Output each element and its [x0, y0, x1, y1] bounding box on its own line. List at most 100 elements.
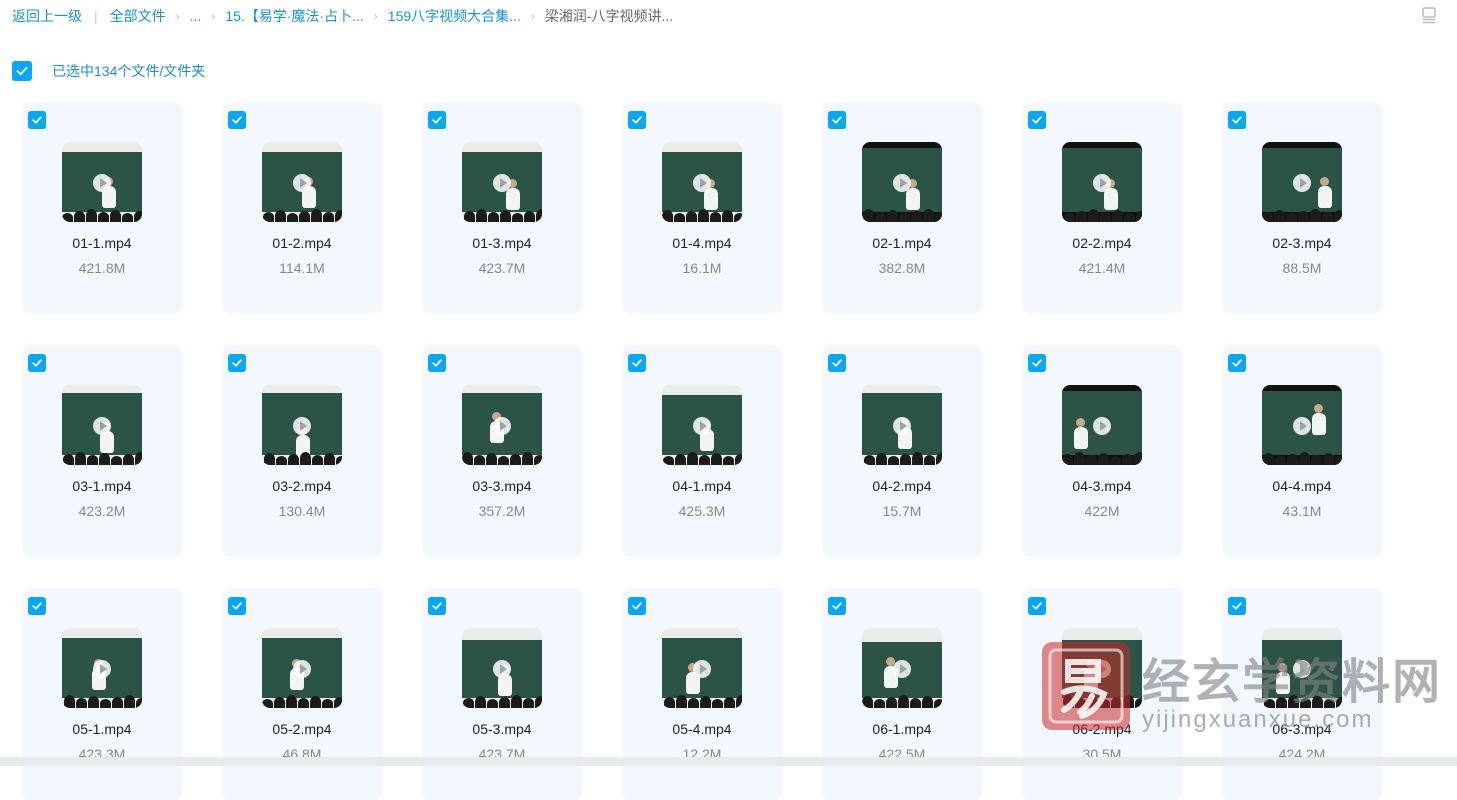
file-checkbox[interactable]: [228, 597, 246, 615]
file-card[interactable]: 04-3.mp4 422M: [1022, 345, 1182, 557]
video-thumbnail[interactable]: [662, 385, 742, 465]
video-thumbnail[interactable]: [462, 142, 542, 222]
file-checkbox[interactable]: [828, 354, 846, 372]
file-checkbox[interactable]: [1028, 111, 1046, 129]
breadcrumb-item-ellipsis[interactable]: ...: [190, 8, 202, 24]
chevron-right-icon: ›: [530, 9, 535, 23]
file-size: 114.1M: [279, 260, 325, 276]
play-icon: [1093, 174, 1111, 192]
video-thumbnail[interactable]: [62, 385, 142, 465]
file-checkbox[interactable]: [628, 354, 646, 372]
file-name: 01-4.mp4: [672, 235, 732, 251]
file-card[interactable]: 04-1.mp4 425.3M: [622, 345, 782, 557]
file-name: 04-2.mp4: [872, 478, 932, 494]
play-icon: [93, 417, 111, 435]
video-thumbnail[interactable]: [862, 385, 942, 465]
file-card[interactable]: 01-2.mp4 114.1M: [222, 102, 382, 314]
file-checkbox[interactable]: [1028, 354, 1046, 372]
file-name: 04-4.mp4: [1272, 478, 1332, 494]
video-thumbnail[interactable]: [1262, 385, 1342, 465]
file-name: 02-2.mp4: [1072, 235, 1132, 251]
file-card[interactable]: 02-3.mp4 88.5M: [1222, 102, 1382, 314]
file-card[interactable]: 06-1.mp4 422.5M: [822, 588, 982, 800]
file-checkbox[interactable]: [1228, 111, 1246, 129]
video-thumbnail[interactable]: [862, 142, 942, 222]
file-checkbox[interactable]: [628, 111, 646, 129]
file-checkbox[interactable]: [1228, 597, 1246, 615]
file-size: 382.8M: [878, 260, 926, 276]
play-icon: [693, 660, 711, 678]
file-checkbox[interactable]: [228, 111, 246, 129]
file-card[interactable]: 03-3.mp4 357.2M: [422, 345, 582, 557]
video-thumbnail[interactable]: [862, 628, 942, 708]
file-checkbox[interactable]: [1028, 597, 1046, 615]
video-thumbnail[interactable]: [62, 142, 142, 222]
breadcrumb: 返回上一级 | 全部文件 › ... › 15.【易学·魔法·占卜... › 1…: [12, 6, 673, 26]
file-checkbox[interactable]: [428, 354, 446, 372]
file-card[interactable]: 02-1.mp4 382.8M: [822, 102, 982, 314]
file-card[interactable]: 04-2.mp4 15.7M: [822, 345, 982, 557]
file-card[interactable]: 05-4.mp4 12.2M: [622, 588, 782, 800]
file-name: 01-1.mp4: [72, 235, 132, 251]
file-card[interactable]: 05-3.mp4 423.7M: [422, 588, 582, 800]
file-checkbox[interactable]: [28, 597, 46, 615]
file-checkbox[interactable]: [628, 597, 646, 615]
file-name: 03-2.mp4: [272, 478, 332, 494]
file-card[interactable]: 01-3.mp4 423.7M: [422, 102, 582, 314]
play-icon: [293, 417, 311, 435]
file-card[interactable]: 01-1.mp4 421.8M: [22, 102, 182, 314]
play-icon: [693, 174, 711, 192]
breadcrumb-item-folder-15[interactable]: 15.【易学·魔法·占卜...: [225, 6, 363, 26]
file-size: 421.4M: [1078, 260, 1126, 276]
file-name: 01-2.mp4: [272, 235, 332, 251]
file-card[interactable]: 05-2.mp4 46.8M: [222, 588, 382, 800]
file-size: 357.2M: [478, 503, 526, 519]
video-thumbnail[interactable]: [262, 628, 342, 708]
selection-count-label: 已选中134个文件/文件夹: [52, 63, 206, 79]
file-name: 02-3.mp4: [1272, 235, 1332, 251]
file-size: 88.5M: [1282, 260, 1322, 276]
file-checkbox[interactable]: [828, 111, 846, 129]
file-card[interactable]: 02-2.mp4 421.4M: [1022, 102, 1182, 314]
video-thumbnail[interactable]: [262, 385, 342, 465]
video-thumbnail[interactable]: [262, 142, 342, 222]
file-name: 05-3.mp4: [472, 721, 532, 737]
file-card[interactable]: 03-1.mp4 423.2M: [22, 345, 182, 557]
file-size: 422M: [1084, 503, 1120, 519]
video-thumbnail[interactable]: [1262, 142, 1342, 222]
file-checkbox[interactable]: [828, 597, 846, 615]
file-checkbox[interactable]: [1228, 354, 1246, 372]
video-thumbnail[interactable]: [1062, 142, 1142, 222]
file-checkbox[interactable]: [28, 354, 46, 372]
file-card[interactable]: 05-1.mp4 423.3M: [22, 588, 182, 800]
file-checkbox[interactable]: [228, 354, 246, 372]
file-size: 16.1M: [682, 260, 722, 276]
video-thumbnail[interactable]: [662, 628, 742, 708]
file-checkbox[interactable]: [428, 597, 446, 615]
video-thumbnail[interactable]: [662, 142, 742, 222]
breadcrumb-item-all-files[interactable]: 全部文件: [110, 6, 166, 26]
file-checkbox[interactable]: [428, 111, 446, 129]
list-view-icon[interactable]: [1420, 6, 1438, 24]
horizontal-scrollbar[interactable]: [0, 757, 1457, 766]
file-card[interactable]: 04-4.mp4 43.1M: [1222, 345, 1382, 557]
breadcrumb-item-current: 梁湘润-八字视频讲...: [544, 8, 674, 24]
select-all-bar: 已选中134个文件/文件夹: [12, 60, 205, 82]
check-icon: [1032, 602, 1042, 610]
check-icon: [432, 116, 442, 124]
select-all-checkbox[interactable]: [12, 61, 32, 81]
check-icon: [832, 116, 842, 124]
check-icon: [232, 602, 242, 610]
play-icon: [893, 417, 911, 435]
file-checkbox[interactable]: [28, 111, 46, 129]
file-card[interactable]: 03-2.mp4 130.4M: [222, 345, 382, 557]
video-thumbnail[interactable]: [462, 385, 542, 465]
video-thumbnail[interactable]: [62, 628, 142, 708]
back-link[interactable]: 返回上一级: [12, 6, 82, 26]
check-icon: [832, 359, 842, 367]
breadcrumb-item-folder-159[interactable]: 159八字视频大合集...: [388, 6, 521, 26]
check-icon: [232, 116, 242, 124]
video-thumbnail[interactable]: [1062, 385, 1142, 465]
video-thumbnail[interactable]: [462, 628, 542, 708]
file-card[interactable]: 01-4.mp4 16.1M: [622, 102, 782, 314]
